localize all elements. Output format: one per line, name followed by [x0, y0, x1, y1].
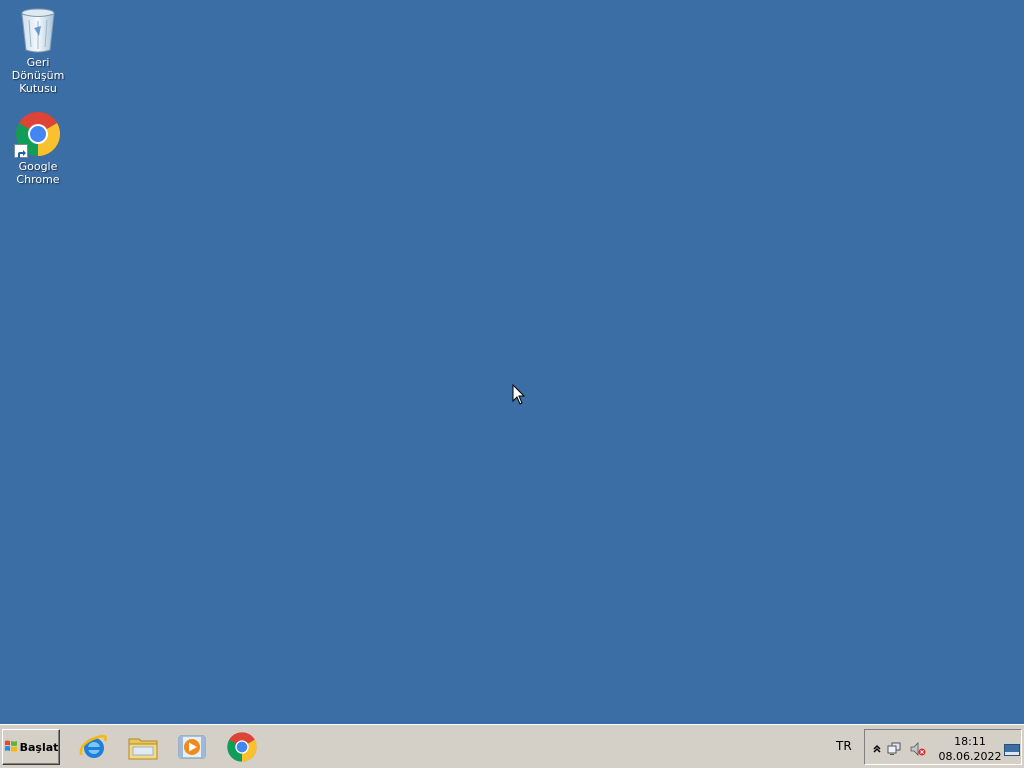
desktop-icon-label: Geri Dönüşüm Kutusu — [11, 56, 65, 95]
desktop-icon-recycle-bin[interactable]: Geri Dönüşüm Kutusu — [0, 6, 76, 95]
desktop-icon-label: Google Chrome — [16, 160, 60, 186]
clock-time: 18:11 — [954, 735, 986, 748]
volume-muted-icon[interactable] — [910, 741, 926, 756]
chrome-icon — [227, 732, 257, 762]
taskbar-media-player-button[interactable] — [176, 731, 208, 763]
file-explorer-icon — [128, 738, 158, 760]
clock-date: 08.06.2022 — [938, 750, 1002, 763]
mouse-cursor-icon — [512, 383, 526, 406]
taskbar: Başlat TR 18:11 08.06.2022 — [0, 724, 1024, 768]
taskbar-chrome-button[interactable] — [226, 731, 258, 763]
recycle-bin-icon — [14, 6, 62, 54]
system-tray: 18:11 08.06.2022 — [864, 729, 1022, 765]
taskbar-file-explorer-button[interactable] — [127, 731, 159, 763]
network-icon[interactable] — [887, 741, 903, 755]
language-indicator[interactable]: TR — [836, 739, 852, 753]
media-player-icon — [178, 735, 206, 759]
clock[interactable]: 18:11 08.06.2022 — [935, 734, 1005, 764]
show-hidden-icons-icon[interactable] — [869, 741, 885, 755]
start-button-label: Başlat — [19, 740, 59, 754]
chrome-icon — [14, 110, 62, 158]
desktop[interactable]: Geri Dönüşüm Kutusu Google Chrome — [0, 0, 1024, 724]
shortcut-arrow-icon — [14, 144, 28, 158]
desktop-icon-google-chrome[interactable]: Google Chrome — [0, 110, 76, 186]
show-desktop-icon[interactable] — [1004, 741, 1020, 756]
internet-explorer-icon — [79, 734, 107, 758]
start-button[interactable]: Başlat — [2, 729, 60, 765]
windows-logo-icon — [4, 738, 18, 757]
taskbar-internet-explorer-button[interactable] — [78, 731, 110, 763]
